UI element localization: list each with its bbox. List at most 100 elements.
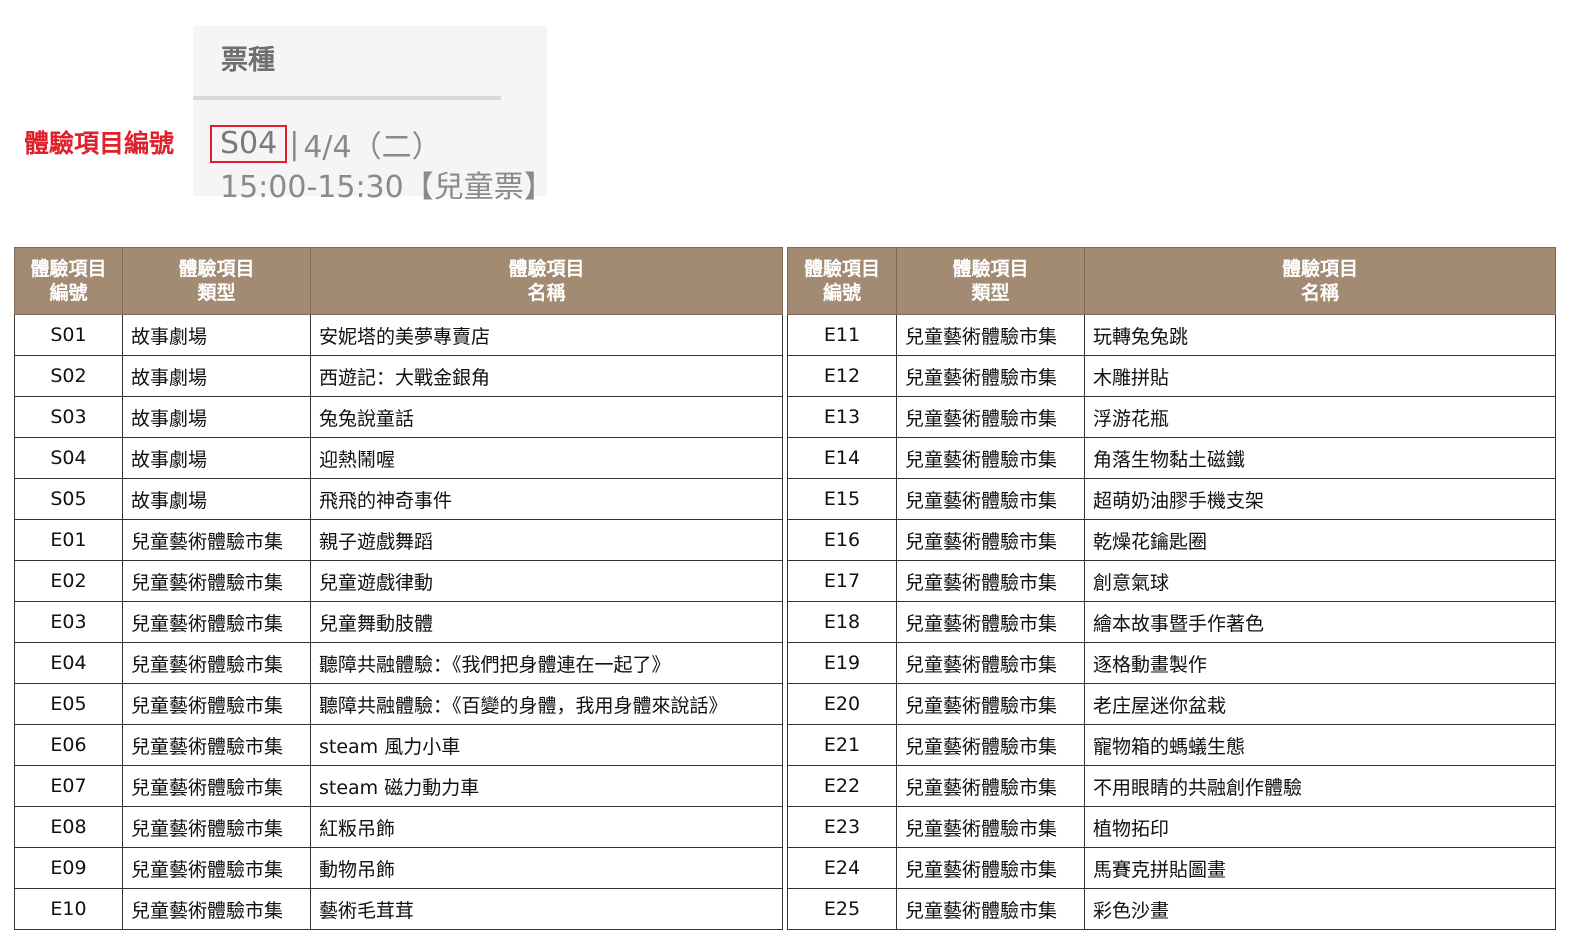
table-row: E09 兒童藝術體驗市集 動物吊飾 (14, 847, 783, 889)
cell-code: E02 (14, 560, 123, 602)
cell-code: E22 (787, 765, 897, 807)
cell-name: 動物吊飾 (310, 847, 783, 889)
table-row: E10 兒童藝術體驗市集 藝術毛茸茸 (14, 888, 783, 930)
table-row: S02 故事劇場 西遊記：大戰金銀角 (14, 355, 783, 397)
cell-name: 浮游花瓶 (1084, 396, 1556, 438)
table-row: E03 兒童藝術體驗市集 兒童舞動肢體 (14, 601, 783, 643)
cell-name: 彩色沙畫 (1084, 888, 1556, 930)
header-type: 體驗項目 類型 (122, 247, 311, 315)
header-code: 體驗項目 編號 (787, 247, 897, 315)
cell-code: S05 (14, 478, 123, 520)
cell-code: E14 (787, 437, 897, 479)
cell-name: 木雕拼貼 (1084, 355, 1556, 397)
cell-type: 故事劇場 (122, 478, 311, 520)
header-code: 體驗項目 編號 (14, 247, 123, 315)
ticket-separator: | (289, 126, 300, 162)
cell-code: E05 (14, 683, 123, 725)
cell-name: 親子遊戲舞蹈 (310, 519, 783, 561)
cell-code: E10 (14, 888, 123, 930)
cell-name: 兔兔說童話 (310, 396, 783, 438)
cell-code: S02 (14, 355, 123, 397)
cell-type: 兒童藝術體驗市集 (122, 724, 311, 766)
cell-name: 植物拓印 (1084, 806, 1556, 848)
table-row: S01 故事劇場 安妮塔的美夢專賣店 (14, 314, 783, 356)
cell-type: 兒童藝術體驗市集 (122, 683, 311, 725)
cell-name: 逐格動畫製作 (1084, 642, 1556, 684)
ticket-time-type: 15:00-15:30【兒童票】 (220, 170, 554, 205)
table-row: E05 兒童藝術體驗市集 聽障共融體驗：《百變的身體，我用身體來說話》 (14, 683, 783, 725)
cell-type: 兒童藝術體驗市集 (896, 560, 1085, 602)
cell-name: 馬賽克拼貼圖畫 (1084, 847, 1556, 889)
cell-code: E16 (787, 519, 897, 561)
table-row: E17 兒童藝術體驗市集 創意氣球 (787, 560, 1556, 602)
ticket-title: 票種 (221, 45, 275, 76)
cell-type: 故事劇場 (122, 314, 311, 356)
cell-type: 兒童藝術體驗市集 (896, 519, 1085, 561)
cell-type: 兒童藝術體驗市集 (896, 642, 1085, 684)
ticket-code-date-line: S04 | 4/4（二） (210, 122, 442, 166)
cell-name: 兒童舞動肢體 (310, 601, 783, 643)
table-body-left: S01 故事劇場 安妮塔的美夢專賣店 S02 故事劇場 西遊記：大戰金銀角 S03 故事劇場兔… (14, 314, 783, 930)
table-row: E23 兒童藝術體驗市集 植物拓印 (787, 806, 1556, 848)
table-row: S03 故事劇場 兔兔說童話 (14, 396, 783, 438)
table-row: E11 兒童藝術體驗市集 玩轉兔兔跳 (787, 314, 1556, 356)
cell-type: 故事劇場 (122, 437, 311, 479)
table-row: E21 兒童藝術體驗市集 寵物箱的螞蟻生態 (787, 724, 1556, 766)
ticket-divider (193, 96, 501, 100)
cell-name: 聽障共融體驗：《我們把身體連在一起了》 (310, 642, 783, 684)
cell-type: 兒童藝術體驗市集 (896, 724, 1085, 766)
table-row: E07 兒童藝術體驗市集 steam 磁力動力車 (14, 765, 783, 807)
cell-code: S01 (14, 314, 123, 356)
table-row: S04 故事劇場 迎熱鬧喔 (14, 437, 783, 479)
table-row: E15 兒童藝術體驗市集 超萌奶油膠手機支架 (787, 478, 1556, 520)
cell-code: E06 (14, 724, 123, 766)
table-row: E02 兒童藝術體驗市集 兒童遊戲律動 (14, 560, 783, 602)
cell-name: 迎熱鬧喔 (310, 437, 783, 479)
cell-code: E07 (14, 765, 123, 807)
header-name: 體驗項目 名稱 (310, 247, 783, 315)
cell-type: 兒童藝術體驗市集 (896, 437, 1085, 479)
cell-type: 兒童藝術體驗市集 (896, 601, 1085, 643)
cell-name: 飛飛的神奇事件 (310, 478, 783, 520)
cell-name: 繪本故事暨手作著色 (1084, 601, 1556, 643)
table-header-row: 體驗項目 編號 體驗項目 類型 體驗項目 名稱 (787, 247, 1556, 315)
ticket-card: 票種 S04 | 4/4（二） 15:00-15:30【兒童票】 (193, 26, 554, 205)
table-body-right: E11 兒童藝術體驗市集 玩轉兔兔跳 E12 兒童藝術體驗市集 木雕拼貼 E13 兒童藝術體驗… (787, 314, 1556, 930)
cell-code: E13 (787, 396, 897, 438)
callout-label: 體驗項目編號 (24, 129, 175, 158)
table-row: E25 兒童藝術體驗市集 彩色沙畫 (787, 888, 1556, 930)
cell-name: 聽障共融體驗：《百變的身體，我用身體來說話》 (310, 683, 783, 725)
cell-code: E04 (14, 642, 123, 684)
cell-type: 故事劇場 (122, 396, 311, 438)
cell-type: 兒童藝術體驗市集 (122, 560, 311, 602)
cell-type: 兒童藝術體驗市集 (896, 683, 1085, 725)
cell-code: E24 (787, 847, 897, 889)
cell-name: 角落生物黏土磁鐵 (1084, 437, 1556, 479)
cell-code: E23 (787, 806, 897, 848)
cell-name: 玩轉兔兔跳 (1084, 314, 1556, 356)
table-header-row: 體驗項目 編號 體驗項目 類型 體驗項目 名稱 (14, 247, 783, 315)
cell-type: 兒童藝術體驗市集 (122, 519, 311, 561)
table-row: E12 兒童藝術體驗市集 木雕拼貼 (787, 355, 1556, 397)
cell-type: 兒童藝術體驗市集 (896, 765, 1085, 807)
cell-code: E15 (787, 478, 897, 520)
cell-type: 故事劇場 (122, 355, 311, 397)
cell-type: 兒童藝術體驗市集 (122, 847, 311, 889)
table-row: E13 兒童藝術體驗市集 浮游花瓶 (787, 396, 1556, 438)
cell-code: E03 (14, 601, 123, 643)
cell-type: 兒童藝術體驗市集 (896, 396, 1085, 438)
cell-code: E17 (787, 560, 897, 602)
cell-type: 兒童藝術體驗市集 (896, 355, 1085, 397)
cell-type: 兒童藝術體驗市集 (122, 642, 311, 684)
table-row: E01 兒童藝術體驗市集 親子遊戲舞蹈 (14, 519, 783, 561)
table-row: E04 兒童藝術體驗市集 聽障共融體驗：《我們把身體連在一起了》 (14, 642, 783, 684)
cell-name: 西遊記：大戰金銀角 (310, 355, 783, 397)
cell-type: 兒童藝術體驗市集 (896, 478, 1085, 520)
cell-name: 超萌奶油膠手機支架 (1084, 478, 1556, 520)
table-row: E20 兒童藝術體驗市集 老庄屋迷你盆栽 (787, 683, 1556, 725)
cell-type: 兒童藝術體驗市集 (896, 806, 1085, 848)
cell-code: E12 (787, 355, 897, 397)
cell-code: E25 (787, 888, 897, 930)
cell-type: 兒童藝術體驗市集 (896, 888, 1085, 930)
cell-name: 安妮塔的美夢專賣店 (310, 314, 783, 356)
